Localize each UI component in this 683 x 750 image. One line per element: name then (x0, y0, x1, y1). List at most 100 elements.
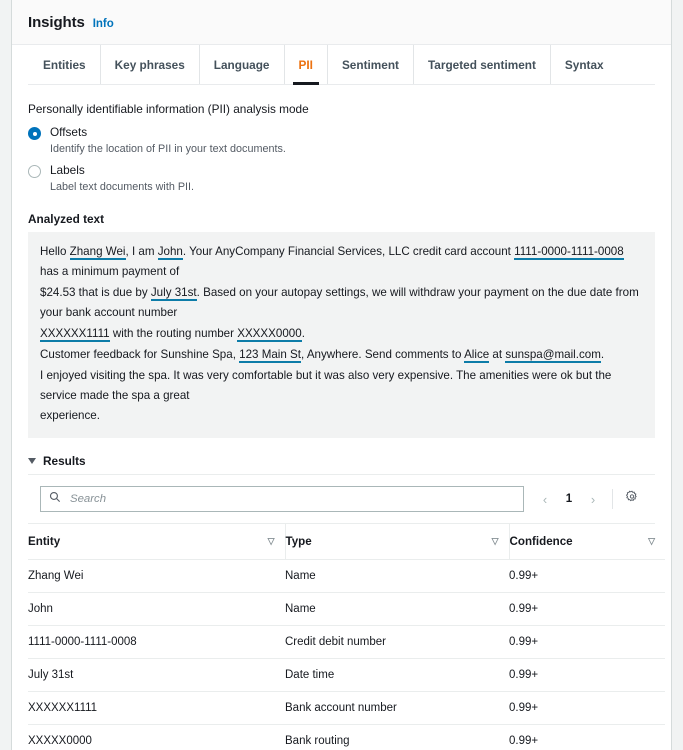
tab-pii[interactable]: PII (284, 45, 327, 84)
pagination-page-1[interactable]: 1 (558, 488, 580, 510)
analyzed-text-panel: Hello Zhang Wei, I am John. Your AnyComp… (28, 232, 655, 438)
sort-icon: ▽ (492, 537, 499, 546)
cell-type: Bank routing (285, 725, 509, 750)
gear-icon (625, 490, 639, 509)
pagination-prev-button[interactable]: ‹ (534, 488, 556, 510)
pii-entity-highlight[interactable]: 123 Main St (239, 348, 301, 363)
analyzed-text-segment: I enjoyed visiting the spa. It was very … (40, 369, 611, 402)
cell-type: Date time (285, 659, 509, 692)
radio-labels[interactable] (28, 165, 41, 178)
pii-entity-highlight[interactable]: July 31st (151, 286, 197, 301)
results-label: Results (43, 454, 86, 468)
cell-entity: John (28, 593, 285, 626)
chevron-down-icon (28, 458, 36, 464)
results-expander[interactable]: Results (28, 454, 655, 468)
table-row[interactable]: 1111-0000-1111-0008Credit debit number0.… (28, 626, 665, 659)
analyzed-text-line: I enjoyed visiting the spa. It was very … (40, 366, 643, 406)
column-header-type-label: Type (286, 535, 312, 548)
cell-confidence: 0.99+ (509, 659, 665, 692)
cell-entity: 1111-0000-1111-0008 (28, 626, 285, 659)
analyzed-text-line: XXXXXX1111 with the routing number XXXXX… (40, 324, 643, 344)
radio-offsets-selected[interactable] (28, 127, 41, 140)
screenshot-root: Insights Info EntitiesKey phrasesLanguag… (0, 0, 683, 750)
tabs-wrap: EntitiesKey phrasesLanguagePIISentimentT… (12, 45, 671, 85)
pii-mode-radio-group: OffsetsIdentify the location of PII in y… (28, 125, 655, 195)
tab-key-phrases[interactable]: Key phrases (100, 45, 199, 84)
pii-entity-highlight[interactable]: John (158, 245, 183, 260)
toolbar-divider (612, 489, 613, 509)
analyzed-text-segment: . (302, 327, 305, 340)
analyzed-text-heading: Analyzed text (28, 212, 655, 226)
info-link[interactable]: Info (93, 18, 114, 30)
analyzed-text-segment: $24.53 that is due by (40, 286, 151, 299)
preferences-button[interactable] (621, 488, 643, 510)
search-box[interactable] (40, 486, 524, 512)
search-input[interactable] (68, 492, 515, 506)
tab-entities[interactable]: Entities (28, 45, 100, 84)
tab-targeted-sentiment[interactable]: Targeted sentiment (413, 45, 550, 84)
cell-entity: XXXXXX1111 (28, 692, 285, 725)
pii-entity-highlight[interactable]: XXXXX0000 (237, 327, 301, 342)
pii-entity-highlight[interactable]: Alice (464, 348, 489, 363)
radio-description-offsets: Identify the location of PII in your tex… (50, 142, 286, 157)
card-body: Personally identifiable information (PII… (12, 102, 671, 750)
cell-entity: July 31st (28, 659, 285, 692)
radio-row-offsets[interactable]: OffsetsIdentify the location of PII in y… (28, 125, 655, 156)
cell-confidence: 0.99+ (509, 593, 665, 626)
pii-entity-highlight[interactable]: 1111-0000-1111-0008 (514, 245, 624, 260)
table-row[interactable]: JohnName0.99+ (28, 593, 665, 626)
column-header-type[interactable]: Type ▽ (285, 524, 509, 560)
tab-list: EntitiesKey phrasesLanguagePIISentimentT… (28, 45, 655, 85)
table-header-row: Entity ▽ Type ▽ (28, 524, 665, 560)
table-row[interactable]: July 31stDate time0.99+ (28, 659, 665, 692)
analyzed-text-segment: has a minimum payment of (40, 265, 179, 278)
analyzed-text-segment: . Your AnyCompany Financial Services, LL… (183, 245, 514, 258)
cell-type: Name (285, 593, 509, 626)
cell-type: Name (285, 560, 509, 593)
cell-entity: Zhang Wei (28, 560, 285, 593)
column-header-entity[interactable]: Entity ▽ (28, 524, 285, 560)
column-header-confidence-label: Confidence (510, 535, 573, 548)
pagination-next-button[interactable]: › (582, 488, 604, 510)
radio-label-offsets[interactable]: Offsets (50, 125, 286, 141)
page-title: Insights (28, 14, 85, 31)
radio-row-labels[interactable]: LabelsLabel text documents with PII. (28, 163, 655, 194)
results-toolbar: ‹ 1 › (28, 475, 655, 524)
card-header: Insights Info (12, 0, 671, 45)
sort-icon: ▽ (268, 537, 275, 546)
table-row[interactable]: Zhang WeiName0.99+ (28, 560, 665, 593)
cell-entity: XXXXX0000 (28, 725, 285, 750)
radio-description-labels: Label text documents with PII. (50, 180, 194, 195)
analyzed-text-segment: at (489, 348, 505, 361)
cell-confidence: 0.99+ (509, 692, 665, 725)
analyzed-text-line: Hello Zhang Wei, I am John. Your AnyComp… (40, 242, 643, 282)
results-table: Entity ▽ Type ▽ (28, 524, 665, 750)
tab-syntax[interactable]: Syntax (550, 45, 618, 84)
results-table-head: Entity ▽ Type ▽ (28, 524, 665, 560)
pii-entity-highlight[interactable]: sunspa@mail.com (505, 348, 601, 363)
analyzed-text-segment: . (601, 348, 604, 361)
toolbar-right: ‹ 1 › (534, 488, 643, 510)
column-header-confidence[interactable]: Confidence ▽ (509, 524, 665, 560)
analyzed-text-segment: with the routing number (110, 327, 238, 340)
analyzed-text-segment: Hello (40, 245, 70, 258)
table-row[interactable]: XXXXX0000Bank routing0.99+ (28, 725, 665, 750)
pii-mode-legend: Personally identifiable information (PII… (28, 102, 655, 116)
radio-texts: LabelsLabel text documents with PII. (50, 163, 194, 194)
radio-texts: OffsetsIdentify the location of PII in y… (50, 125, 286, 156)
cell-confidence: 0.99+ (509, 560, 665, 593)
pii-entity-highlight[interactable]: Zhang Wei (70, 245, 126, 260)
analyzed-text-segment: Customer feedback for Sunshine Spa, (40, 348, 239, 361)
tab-sentiment[interactable]: Sentiment (327, 45, 413, 84)
analyzed-text-segment: , Anywhere. Send comments to (301, 348, 464, 361)
column-header-entity-label: Entity (28, 535, 60, 548)
pagination: ‹ 1 › (534, 488, 604, 510)
pii-entity-highlight[interactable]: XXXXXX1111 (40, 327, 110, 342)
tab-language[interactable]: Language (199, 45, 284, 84)
cell-type: Credit debit number (285, 626, 509, 659)
analyzed-text-line: $24.53 that is due by July 31st. Based o… (40, 283, 643, 323)
results-panel: ‹ 1 › (28, 474, 655, 750)
table-row[interactable]: XXXXXX1111Bank account number0.99+ (28, 692, 665, 725)
analyzed-text-line: experience. (40, 406, 643, 426)
radio-label-labels[interactable]: Labels (50, 163, 194, 179)
